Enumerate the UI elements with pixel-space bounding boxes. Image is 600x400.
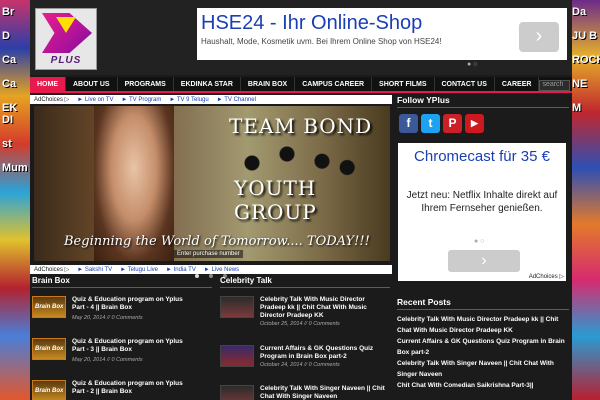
thumb-label: Brain Box — [35, 304, 64, 310]
page-wrapper: PLUS HSE24 - Ihr Online-Shop Haushalt, M… — [30, 0, 572, 400]
ad-link[interactable]: ► Live on TV — [77, 97, 113, 103]
twitter-icon[interactable]: t — [421, 114, 440, 133]
ad-link[interactable]: ► Sakshi TV — [77, 267, 112, 273]
collage-text: Mum — [2, 162, 28, 174]
ad-link[interactable]: ► TV Channel — [217, 97, 256, 103]
recent-posts: Recent Posts Celebrity Talk With Music D… — [397, 297, 569, 391]
facebook-icon[interactable]: f — [399, 114, 418, 133]
post-date: May 20, 2014 // 0 Comments — [72, 357, 143, 363]
post-date: October 25, 2014 // 0 Comments — [260, 321, 340, 327]
nav-item-contact-us[interactable]: CONTACT US — [435, 77, 495, 91]
adchoices-icon[interactable]: AdChoices ▷ — [34, 266, 69, 273]
adchoices-icon[interactable]: AdChoices ▷ — [530, 60, 565, 67]
collage-text: st — [2, 138, 12, 150]
post-thumbnail[interactable]: Brain Box — [32, 380, 66, 400]
sidebar: Follow YPlus f t P ▶ Chromecast für 35 €… — [397, 95, 569, 391]
yplus-logo[interactable]: PLUS — [35, 8, 97, 70]
nav-item-career[interactable]: CAREER — [495, 77, 540, 91]
social-icons: f t P ▶ — [397, 114, 569, 133]
post-title[interactable]: Quiz & Education program on Yplus Part -… — [72, 338, 192, 354]
collage-text: Da — [572, 6, 587, 18]
section-title-celebrity-talk[interactable]: Celebrity Talk — [220, 276, 390, 288]
site-header: PLUS HSE24 - Ihr Online-Shop Haushalt, M… — [30, 0, 572, 75]
ad-link[interactable]: ► Live News — [204, 267, 239, 273]
post-title[interactable]: Celebrity Talk With Music Director Prade… — [260, 296, 390, 320]
post-title[interactable]: Quiz & Education program on Yplus Part -… — [72, 296, 192, 312]
recent-post-link[interactable]: Chit Chat With Comedian Saikrishna Part-… — [397, 380, 569, 391]
thumb-label: Brain Box — [35, 388, 64, 394]
post-thumbnail[interactable] — [220, 296, 254, 318]
nav-item-brain-box[interactable]: BRAIN BOX — [241, 77, 296, 91]
recent-posts-title: Recent Posts — [397, 297, 569, 310]
collage-text: ROCK — [572, 54, 600, 66]
collage-text: D — [2, 30, 10, 42]
slide-title: TEAM BOND — [229, 114, 373, 138]
collage-text: M — [572, 102, 582, 114]
post-thumbnail[interactable] — [220, 385, 254, 400]
collage-text: NE — [572, 78, 588, 90]
post-title[interactable]: Current Affairs & GK Questions Quiz Prog… — [260, 345, 390, 361]
nav-item-programs[interactable]: PROGRAMS — [118, 77, 174, 91]
ad-link[interactable]: ► India TV — [166, 267, 196, 273]
ad-arrow-button[interactable]: › — [519, 22, 559, 52]
ad-headline[interactable]: Chromecast für 35 € — [398, 147, 566, 166]
slide-subtitle: YOUTH GROUP — [234, 176, 317, 224]
recent-post-link[interactable]: Celebrity Talk With Singer Naveen || Chi… — [397, 358, 569, 380]
collage-text: Ca — [2, 78, 17, 90]
ad-pager-dots: ● ○ — [467, 61, 478, 68]
main-nav: HOME ABOUT US PROGRAMS EKDINKA STAR BRAI… — [30, 77, 572, 93]
recent-post-link[interactable]: Celebrity Talk With Music Director Prade… — [397, 314, 569, 336]
list-item[interactable]: Current Affairs & GK Questions Quiz Prog… — [220, 345, 390, 379]
adchoices-icon[interactable]: AdChoices ▷ — [529, 273, 564, 280]
follow-title: Follow YPlus — [397, 95, 569, 108]
slide-caption: Enter purchase number — [174, 250, 243, 258]
top-banner-ad[interactable]: HSE24 - Ihr Online-Shop Haushalt, Mode, … — [197, 8, 567, 68]
list-item[interactable]: Brain Box Quiz & Education program on Yp… — [32, 338, 183, 372]
sidebar-ad[interactable]: Chromecast für 35 € Jetzt neu: Netflix I… — [398, 143, 566, 281]
left-background-collage: Br D Ca Ca EK DI st Mum — [0, 0, 30, 400]
post-thumbnail[interactable]: Brain Box — [32, 338, 66, 360]
ad-link[interactable]: ► TV 9 Telugu — [169, 97, 208, 103]
ad-links-bar: AdChoices ▷ ► Sakshi TV ► Telugu Live ► … — [30, 265, 392, 274]
recent-post-link[interactable]: Current Affairs & GK Questions Quiz Prog… — [397, 336, 569, 358]
list-item[interactable]: Brain Box Quiz & Education program on Yp… — [32, 380, 183, 400]
ad-body: Jetzt neu: Netflix Inhalte direkt auf Ih… — [406, 190, 558, 214]
slide-tagline: Beginning the World of Tomorrow.... TODA… — [64, 234, 370, 249]
search-input[interactable]: search — [539, 80, 570, 91]
youtube-icon[interactable]: ▶ — [465, 114, 484, 133]
collage-text: JU B — [572, 30, 598, 42]
post-date: October 24, 2014 // 0 Comments — [260, 362, 340, 368]
collage-text: EK DI — [2, 102, 18, 126]
adchoices-icon[interactable]: AdChoices ▷ — [34, 96, 69, 103]
post-title[interactable]: Quiz & Education program on Yplus Part -… — [72, 380, 192, 396]
collage-text: Ca — [2, 54, 17, 66]
pinterest-icon[interactable]: P — [443, 114, 462, 133]
list-item[interactable]: Celebrity Talk With Singer Naveen || Chi… — [220, 385, 390, 400]
logo-text: PLUS — [50, 55, 82, 66]
featured-slider[interactable]: TEAM BOND YOUTH GROUP Beginning the Worl… — [34, 106, 390, 261]
list-item[interactable]: Brain Box Quiz & Education program on Yp… — [32, 296, 183, 330]
collage-text: Br — [2, 6, 15, 18]
post-thumbnail[interactable]: Brain Box — [32, 296, 66, 318]
ad-description: Haushalt, Mode, Kosmetik uvm. Bei Ihrem … — [201, 37, 442, 46]
post-date: May 20, 2014 // 0 Comments — [72, 315, 143, 321]
ad-link[interactable]: ► Telugu Live — [120, 267, 158, 273]
post-thumbnail[interactable] — [220, 345, 254, 367]
nav-item-short-films[interactable]: SHORT FILMS — [372, 77, 435, 91]
ad-title[interactable]: HSE24 - Ihr Online-Shop — [201, 12, 422, 35]
list-item[interactable]: Celebrity Talk With Music Director Prade… — [220, 296, 390, 330]
ad-arrow-button[interactable]: › — [448, 250, 520, 272]
ad-pager-dots: ● ○ — [474, 238, 485, 245]
ad-link[interactable]: ► TV Program — [121, 97, 161, 103]
nav-item-ekdinka-star[interactable]: EKDINKA STAR — [174, 77, 241, 91]
right-background-collage: Da JU B ROCK NE M — [570, 0, 600, 400]
nav-item-home[interactable]: HOME — [30, 77, 66, 91]
section-title-brain-box[interactable]: Brain Box — [32, 276, 212, 288]
nav-item-campus-career[interactable]: CAMPUS CAREER — [295, 77, 373, 91]
post-title[interactable]: Celebrity Talk With Singer Naveen || Chi… — [260, 385, 390, 400]
nav-item-about-us[interactable]: ABOUT US — [66, 77, 118, 91]
ad-links-bar: AdChoices ▷ ► Live on TV ► TV Program ► … — [30, 95, 392, 104]
thumb-label: Brain Box — [35, 346, 64, 352]
main-content: AdChoices ▷ ► Live on TV ► TV Program ► … — [30, 95, 392, 274]
